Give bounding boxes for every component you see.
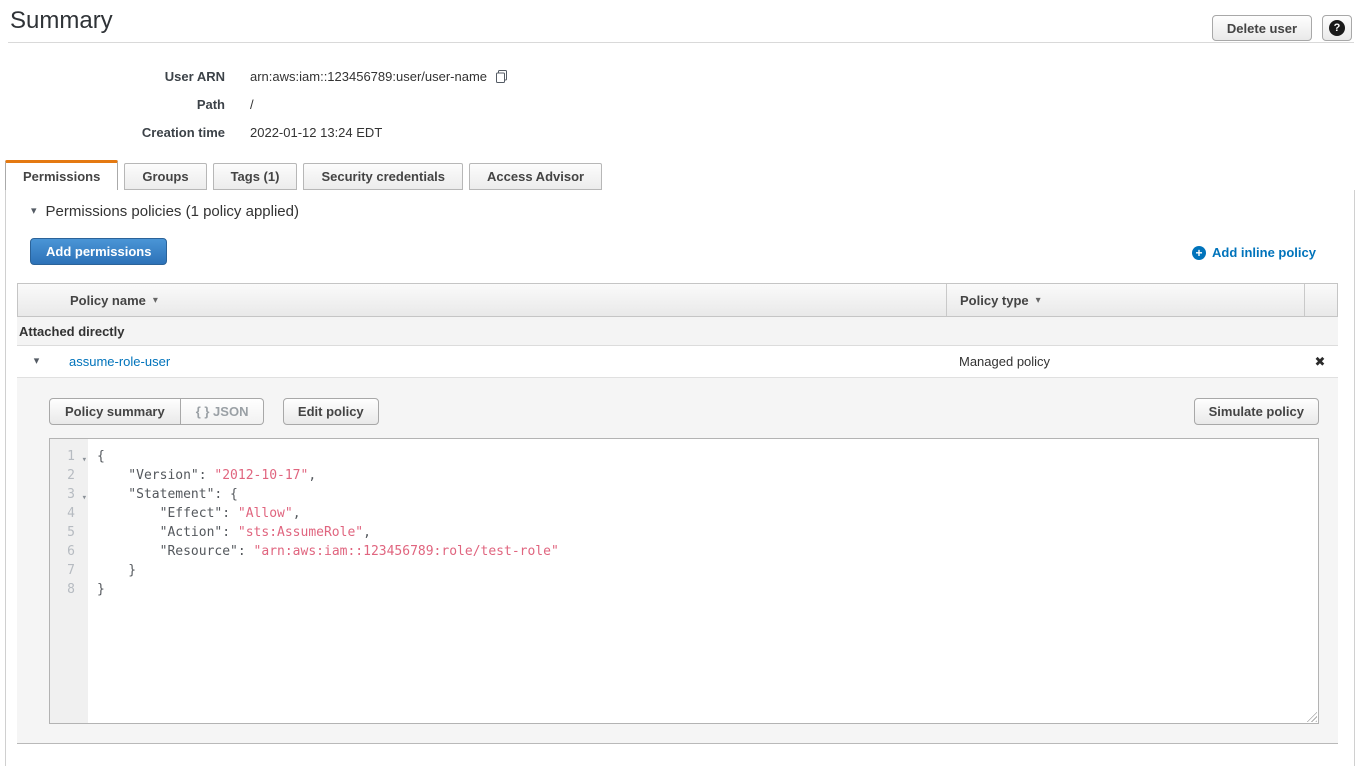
line-number: 3▾ [50, 485, 88, 504]
plus-circle-icon: + [1192, 246, 1206, 260]
help-button[interactable]: ? [1322, 15, 1352, 41]
policy-json-editor[interactable]: 1▾23▾45678 { "Version": "2012-10-17", "S… [49, 438, 1319, 724]
page-title: Summary [10, 7, 113, 35]
json-view-button[interactable]: { } JSON [181, 398, 265, 425]
line-number: 7 [50, 561, 88, 580]
path-value: / [250, 97, 254, 112]
editor-code-area[interactable]: { "Version": "2012-10-17", "Statement": … [88, 439, 1318, 723]
chevron-down-icon: ▾ [34, 356, 40, 367]
line-number: 5 [50, 523, 88, 542]
user-info: User ARN arn:aws:iam::123456789:user/use… [0, 62, 700, 146]
creation-time-label: Creation time [0, 125, 250, 140]
line-number: 6 [50, 542, 88, 561]
policy-table: Policy name ▾ Policy type ▾ Attached dir… [17, 283, 1338, 377]
copy-icon[interactable] [494, 69, 509, 84]
editor-gutter: 1▾23▾45678 [50, 439, 88, 723]
remove-policy-icon[interactable]: ✖ [1315, 354, 1326, 370]
tab-access-advisor[interactable]: Access Advisor [469, 163, 602, 190]
simulate-policy-button[interactable]: Simulate policy [1194, 398, 1319, 425]
sort-caret-icon: ▾ [1036, 295, 1041, 306]
header-action-column [1305, 284, 1337, 316]
table-header: Policy name ▾ Policy type ▾ [17, 283, 1338, 317]
policy-table-row: ▾ assume-role-user Managed policy ✖ [17, 346, 1338, 377]
add-inline-policy-link[interactable]: + Add inline policy [1192, 245, 1316, 260]
header-divider [8, 42, 1354, 43]
sort-caret-icon: ▾ [153, 295, 158, 306]
resize-handle[interactable] [1304, 709, 1317, 722]
permissions-tab-panel: ▾ Permissions policies (1 policy applied… [5, 190, 1355, 766]
code-line: "Version": "2012-10-17", [97, 466, 1318, 485]
header-actions: Delete user ? [1212, 15, 1352, 41]
collapse-caret-icon: ▾ [31, 206, 37, 217]
line-number: 1▾ [50, 447, 88, 466]
line-number: 4 [50, 504, 88, 523]
policy-view-toggle: Policy summary { } JSON [49, 398, 264, 425]
section-title: Permissions policies (1 policy applied) [46, 203, 299, 220]
creation-time-value: 2022-01-12 13:24 EDT [250, 125, 382, 140]
tab-permissions[interactable]: Permissions [5, 160, 118, 190]
code-line: "Resource": "arn:aws:iam::123456789:role… [97, 542, 1318, 561]
policy-detail-toolbar: Policy summary { } JSON Edit policy Simu… [49, 398, 1319, 425]
line-number: 8 [50, 580, 88, 599]
user-arn-value: arn:aws:iam::123456789:user/user-name [250, 69, 487, 84]
path-row: Path / [0, 90, 700, 118]
policy-type-cell: Managed policy [946, 354, 1304, 369]
creation-time-row: Creation time 2022-01-12 13:24 EDT [0, 118, 700, 146]
iam-user-summary-page: Summary Delete user ? User ARN arn:aws:i… [0, 0, 1362, 766]
tab-bar: Permissions Groups Tags (1) Security cre… [5, 160, 602, 190]
user-arn-label: User ARN [0, 69, 250, 84]
tab-tags[interactable]: Tags (1) [213, 163, 298, 190]
add-permissions-button[interactable]: Add permissions [30, 238, 167, 265]
code-line: { [97, 447, 1318, 466]
header-caret-column [18, 284, 57, 316]
policy-type-column-header[interactable]: Policy type ▾ [947, 284, 1305, 316]
code-line: "Statement": { [97, 485, 1318, 504]
user-arn-row: User ARN arn:aws:iam::123456789:user/use… [0, 62, 700, 90]
help-icon: ? [1329, 20, 1345, 36]
line-number: 2 [50, 466, 88, 485]
policy-name-column-header[interactable]: Policy name ▾ [57, 284, 947, 316]
path-label: Path [0, 97, 250, 112]
row-expand-caret[interactable]: ▾ [17, 356, 56, 367]
code-line: "Action": "sts:AssumeRole", [97, 523, 1318, 542]
edit-policy-button[interactable]: Edit policy [283, 398, 379, 425]
attached-directly-group-row: Attached directly [17, 317, 1338, 346]
tab-security-credentials[interactable]: Security credentials [303, 163, 463, 190]
tab-groups[interactable]: Groups [124, 163, 206, 190]
policy-detail-panel: Policy summary { } JSON Edit policy Simu… [17, 377, 1338, 744]
policy-name-link[interactable]: assume-role-user [69, 354, 170, 369]
code-line: "Effect": "Allow", [97, 504, 1318, 523]
code-line: } [97, 580, 1318, 599]
add-inline-policy-label: Add inline policy [1212, 245, 1316, 260]
policy-summary-button[interactable]: Policy summary [49, 398, 181, 425]
code-line: } [97, 561, 1318, 580]
delete-user-button[interactable]: Delete user [1212, 15, 1312, 41]
permissions-policies-section-header[interactable]: ▾ Permissions policies (1 policy applied… [31, 203, 299, 220]
